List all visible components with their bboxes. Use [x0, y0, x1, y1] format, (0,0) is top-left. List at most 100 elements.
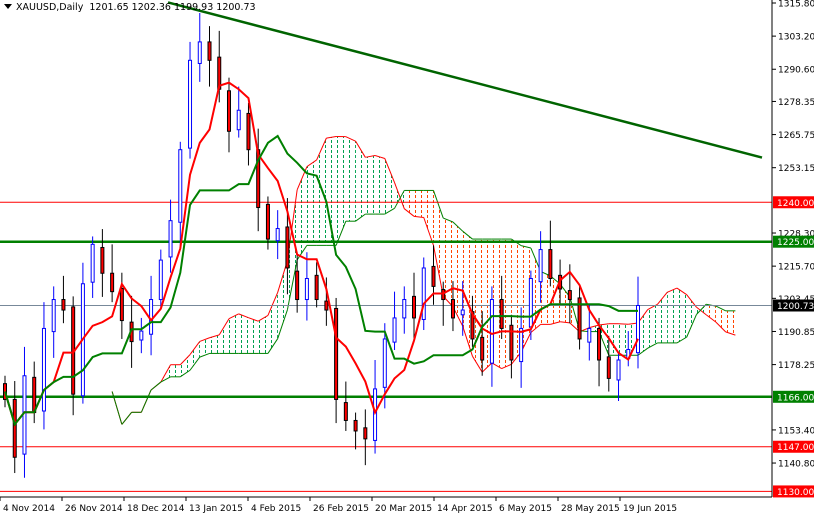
- candle-body: [606, 356, 611, 379]
- candle-body: [32, 376, 37, 414]
- candle-body: [412, 295, 417, 319]
- candle-body: [480, 336, 485, 361]
- candle-body: [382, 338, 387, 388]
- candle-body: [295, 270, 300, 301]
- dropdown-triangle-icon[interactable]: [4, 4, 12, 9]
- y-tick-label: 1253.15: [778, 164, 814, 174]
- candle-body: [528, 277, 533, 328]
- cloud-segment: [190, 341, 200, 371]
- y-tick-label: 1265.75: [778, 131, 814, 141]
- y-tick-label: 1153.40: [778, 426, 814, 436]
- candle-body: [450, 299, 455, 319]
- cloud-segment: [657, 292, 668, 343]
- candle-body: [402, 299, 407, 319]
- x-tick-label: 13 Jan 2015: [189, 504, 243, 514]
- cloud-segment: [267, 292, 278, 354]
- ohlc-values: 1201.65 1202.36 1199.93 1200.73: [89, 2, 256, 13]
- candle-body: [90, 243, 95, 283]
- x-tick-label: 20 Mar 2015: [375, 504, 432, 514]
- tenkan-sen-line: [4, 81, 639, 427]
- candle-body: [353, 419, 358, 432]
- chart-header: XAUUSD,Daily 1201.65 1202.36 1199.93 120…: [4, 2, 256, 13]
- y-tick-label: 1278.35: [778, 98, 814, 108]
- candle-body: [275, 228, 280, 242]
- cloud-segment: [258, 315, 268, 354]
- candle-body: [236, 109, 241, 131]
- senkou-span-b: [150, 381, 162, 391]
- cloud-segment: [667, 288, 677, 343]
- candle-body: [587, 327, 592, 343]
- cloud-segment: [647, 304, 658, 349]
- candle-body: [188, 59, 193, 149]
- candle-body: [207, 41, 212, 61]
- candle-body: [499, 299, 504, 329]
- x-tick-label: 6 May 2015: [499, 504, 552, 514]
- x-tick-label: 18 Dec 2014: [127, 504, 185, 514]
- price-axis: 1315.80 1303.20 1290.60 1278.35 1265.75 1253.…: [0, 0, 814, 516]
- cloud-segment: [676, 288, 687, 343]
- candle-body: [178, 149, 183, 223]
- cloud-segment: [384, 158, 395, 215]
- cloud-segment: [228, 313, 239, 354]
- candle-body: [217, 56, 222, 90]
- y-tick-label: 1178.25: [778, 361, 814, 371]
- cloud-segment: [355, 141, 366, 222]
- candle-body: [110, 272, 115, 293]
- senkou-span-b: [121, 411, 132, 425]
- candle-body: [636, 304, 640, 354]
- x-tick-label: 4 Nov 2014: [3, 504, 55, 514]
- current-price-label: 1200.73: [777, 302, 814, 312]
- candle-body: [460, 309, 465, 316]
- x-tick-label: 14 Apr 2015: [437, 504, 493, 514]
- candle-body: [51, 299, 56, 333]
- candle-body: [41, 327, 46, 412]
- candle-body: [246, 112, 251, 151]
- candle-body: [363, 427, 368, 440]
- candle-body: [343, 402, 348, 421]
- candle-body: [61, 299, 66, 311]
- x-tick-label: 26 Feb 2015: [313, 504, 369, 514]
- y-tick-label: 1190.85: [778, 328, 814, 338]
- candle-body: [489, 299, 494, 364]
- candle-body: [168, 220, 173, 258]
- candle-body: [548, 249, 553, 279]
- candle-body: [304, 277, 309, 301]
- candle-body: [226, 90, 231, 132]
- candle-body: [285, 226, 290, 269]
- level-1240.00-label: 1240.00: [777, 199, 814, 209]
- level-1225.00-label: 1225.00: [777, 238, 814, 248]
- candle-body: [616, 359, 621, 381]
- x-tick-label: 19 Jun 2015: [623, 504, 677, 514]
- candle-body: [12, 398, 17, 458]
- candle-body: [119, 287, 124, 322]
- cloud-segment: [277, 260, 288, 339]
- y-tick-label: 1215.70: [778, 263, 814, 273]
- cloud-segment: [336, 136, 346, 246]
- time-axis: 4 Nov 2014 26 Nov 2014 18 Dec 2014 13 Jan 2…: [0, 497, 677, 514]
- x-tick-label: 4 Feb 2015: [251, 504, 301, 514]
- candle-body: [567, 290, 572, 301]
- cloud-segment: [297, 166, 307, 260]
- axis-background: [772, 0, 814, 516]
- x-tick-label: 26 Nov 2014: [65, 504, 123, 514]
- cloud-segment: [316, 138, 327, 246]
- senkou-span-a: [618, 323, 629, 325]
- candle-body: [421, 267, 426, 321]
- candle-body: [314, 274, 319, 301]
- candle-body: [392, 317, 397, 343]
- x-tick-label: 28 May 2015: [561, 504, 620, 514]
- cloud-segment: [414, 190, 424, 218]
- cloud-segment: [170, 364, 181, 377]
- candle-body: [139, 330, 144, 341]
- level-1130.00-label: 1130.00: [777, 488, 814, 498]
- cloud-segment: [219, 318, 229, 354]
- cloud-segment: [375, 155, 385, 215]
- y-tick-label: 1290.60: [778, 66, 814, 76]
- senkou-span-b: [140, 389, 152, 413]
- price-chart[interactable]: 1315.80 1303.20 1290.60 1278.35 1265.75 1253.…: [0, 0, 814, 516]
- cloud-segment: [725, 310, 736, 336]
- candle-body: [441, 289, 446, 301]
- level-1147.00-label: 1147.00: [777, 443, 814, 453]
- candle-body: [334, 307, 339, 400]
- candle-body: [158, 259, 163, 301]
